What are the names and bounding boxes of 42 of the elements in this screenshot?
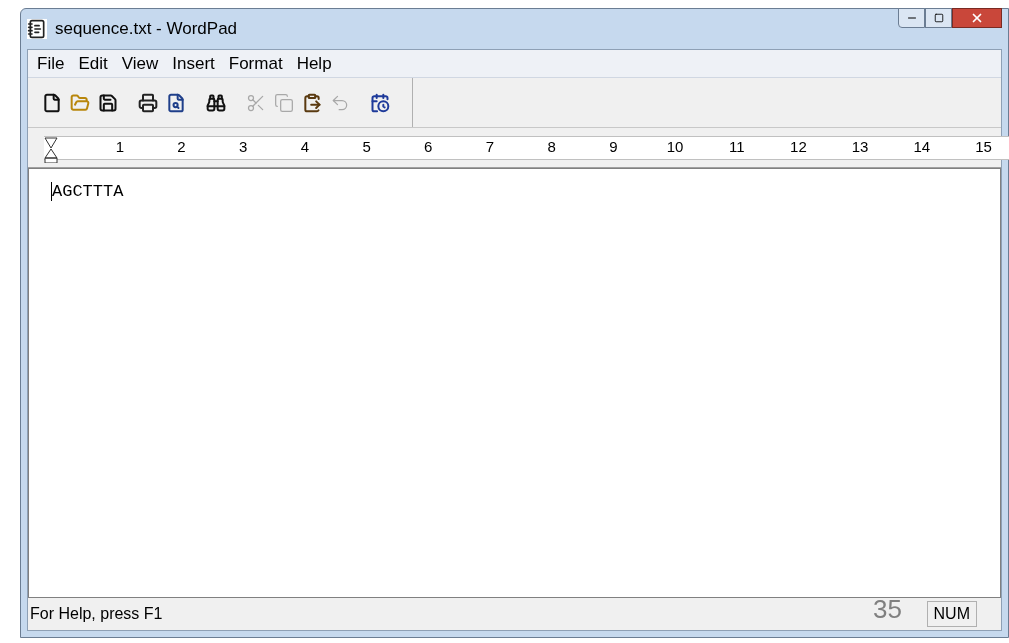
printer-icon <box>138 92 158 113</box>
ruler-number: 10 <box>666 137 684 158</box>
page-magnifier-icon <box>166 92 186 113</box>
ruler-number: 14 <box>913 137 931 158</box>
copy-icon <box>274 92 294 113</box>
num-lock-indicator: NUM <box>926 601 977 627</box>
ruler-number: 11 <box>728 137 745 158</box>
ruler-number: 9 <box>609 137 618 158</box>
folder-icon <box>70 92 90 113</box>
calendar-clock-icon <box>370 92 390 113</box>
menu-item[interactable]: Help <box>289 50 339 77</box>
notepad-icon <box>27 19 47 39</box>
menu-item[interactable]: Insert <box>165 50 222 77</box>
binoculars-icon <box>206 92 226 113</box>
scissors-icon <box>246 92 266 113</box>
close-icon <box>970 11 984 25</box>
ruler-number: 7 <box>485 137 495 158</box>
menu-item[interactable]: View <box>114 50 166 77</box>
status-text: For Help, press F1 <box>30 604 163 624</box>
menu-item[interactable]: File <box>30 50 72 77</box>
ruler-number: 15 <box>975 137 992 158</box>
ruler-number: 3 <box>239 137 248 158</box>
menu-item[interactable]: Edit <box>71 50 115 77</box>
maximize-icon <box>933 13 944 23</box>
minimize-button[interactable] <box>898 8 925 28</box>
page-number: 35 <box>873 593 902 626</box>
ruler-number: 12 <box>790 137 807 158</box>
menu-item[interactable]: Format <box>221 50 290 77</box>
ruler-number: 6 <box>424 137 433 158</box>
indent-marker-icon[interactable] <box>44 136 58 163</box>
new-document-icon <box>42 92 62 113</box>
ruler-number: 1 <box>115 137 124 158</box>
window-title: sequence.txt - WordPad <box>55 18 238 41</box>
clipboard-icon <box>302 92 322 113</box>
ruler-number: 8 <box>547 137 556 158</box>
close-button[interactable] <box>952 8 1002 28</box>
document-text: AGCTTTA <box>51 182 124 201</box>
ruler-number: 5 <box>362 137 371 158</box>
ruler-number: 4 <box>300 137 310 158</box>
ruler-number: 13 <box>851 137 869 158</box>
ruler-number: 2 <box>177 137 186 158</box>
maximize-button[interactable] <box>925 8 952 28</box>
